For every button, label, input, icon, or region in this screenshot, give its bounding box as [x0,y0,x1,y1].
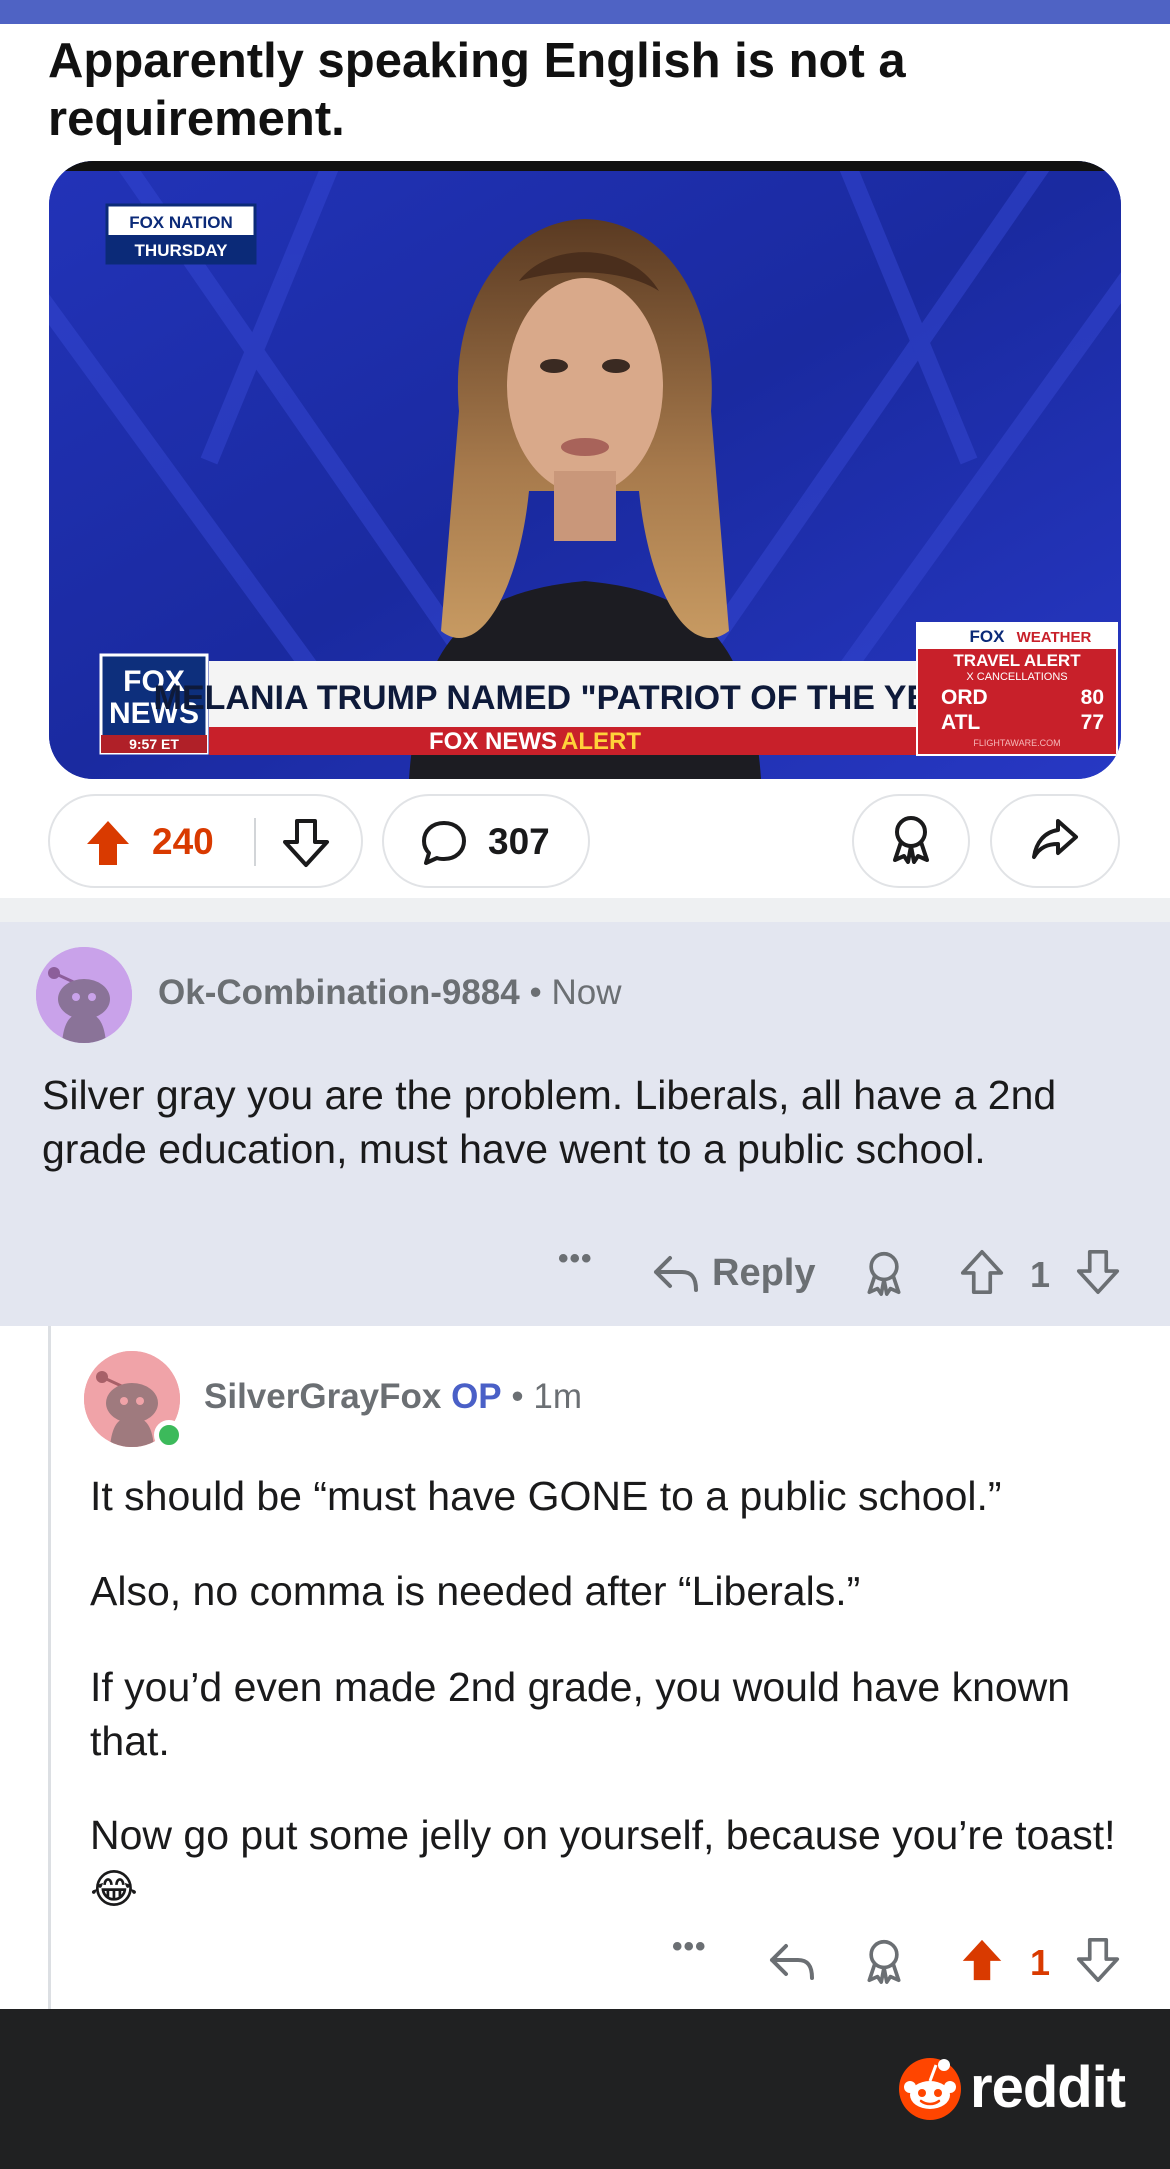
vote-divider [254,818,256,866]
comment-username[interactable]: SilverGrayFox [204,1377,441,1416]
weather-value-1: 80 [1081,686,1104,709]
more-options-icon[interactable]: ••• [672,1930,707,1964]
comment-actions: ••• 1 [0,1930,1170,1990]
comment-time: Now [551,973,622,1012]
comment-time: 1m [533,1377,583,1416]
meta-separator: • [511,1377,524,1416]
thread-line[interactable] [48,1326,51,2009]
downvote-icon[interactable] [1076,1936,1120,1989]
top-status-strip [0,0,1170,24]
comment-paragraph: It should be “must have GONE to a public… [90,1473,1002,1519]
reddit-snoo-icon [898,2055,962,2126]
award-icon[interactable] [862,1938,906,1989]
upvote-icon[interactable] [960,1248,1004,1301]
weather-brand1: FOX [970,627,1006,646]
vote-count: 1 [1030,1942,1051,1983]
comment-paragraph: Also, no comma is needed after “Liberals… [90,1568,861,1614]
post-image[interactable]: FOX NATION THURSDAY FOX NEWS 9:57 ET MEL… [49,161,1121,779]
online-status-indicator [154,1420,184,1450]
downvote-icon[interactable] [282,818,330,873]
reply-icon[interactable] [652,1252,700,1299]
upvote-icon-active[interactable] [960,1936,1004,1989]
meta-separator: • [529,973,542,1012]
downvote-icon[interactable] [1076,1248,1120,1301]
comment-count: 307 [488,821,550,862]
highlighted-comment: Ok-Combination-9884 • Now Silver gray yo… [0,922,1170,1326]
bug-top-text: FOX NATION [129,213,233,232]
reply-button[interactable]: Reply [712,1252,815,1295]
reply-icon[interactable] [768,1940,816,1987]
post-action-bar: 240 307 [48,794,1122,888]
comment-bubble-icon [420,820,468,871]
weather-brand2: WEATHER [1017,629,1092,646]
share-button[interactable] [990,794,1120,888]
section-divider [0,898,1170,922]
news-broadcast-image: FOX NATION THURSDAY FOX NEWS 9:57 ET MEL… [49,161,1121,779]
alert-word1: FOX NEWS [429,728,557,755]
more-options-icon[interactable]: ••• [558,1242,593,1276]
avatar[interactable] [36,947,132,1043]
comment-actions: ••• Reply 1 [0,1242,1170,1302]
post-title: Apparently speaking English is not a req… [48,34,906,146]
broadcast-time: 9:57 ET [129,736,179,752]
weather-title: TRAVEL ALERT [953,651,1081,670]
alert-word2: ALERT [561,728,641,755]
op-badge: OP [451,1377,502,1416]
comment-paragraph: If you’d even made 2nd grade, you would … [90,1664,1071,1764]
weather-code-1: ORD [941,686,988,709]
comment-meta: Ok-Combination-9884 • Now [158,973,622,1013]
comment-paragraph: Now go put some jelly on yourself, becau… [90,1812,1116,1912]
vote-count: 1 [1030,1254,1051,1295]
comment-body: Silver gray you are the problem. Liberal… [42,1072,1057,1172]
vote-pill: 240 [48,794,363,888]
reddit-wordmark: reddit [970,2055,1126,2120]
weather-code-2: ATL [941,711,980,734]
comment-meta: SilverGrayFox OP • 1m [204,1377,582,1417]
comments-button[interactable]: 307 [382,794,590,888]
award-icon [887,814,935,869]
weather-value-2: 77 [1081,711,1104,734]
share-icon [1030,817,1080,866]
weather-credit: FLIGHTAWARE.COM [973,738,1060,748]
comment-username[interactable]: Ok-Combination-9884 [158,973,520,1012]
award-button[interactable] [852,794,970,888]
news-headline: MELANIA TRUMP NAMED "PATRIOT OF THE YEAR… [154,679,995,717]
weather-sub: X CANCELLATIONS [966,671,1067,683]
upvote-icon[interactable] [84,818,132,873]
upvote-count: 240 [152,821,214,862]
award-icon[interactable] [862,1250,906,1301]
bug-bottom-text: THURSDAY [135,241,229,260]
